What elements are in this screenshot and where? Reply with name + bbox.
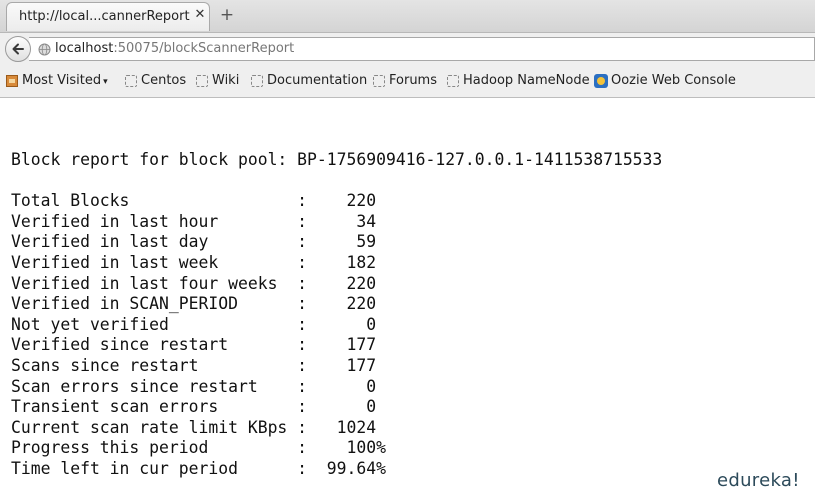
bookmark-documentation[interactable]: Documentation — [251, 73, 367, 91]
report-row-separator: : — [297, 294, 308, 314]
url-path: :50075/blockScannerReport — [113, 41, 295, 56]
report-row-label: Verified in last hour — [11, 211, 298, 231]
report-row-separator: : — [297, 252, 308, 272]
report-row-value: 34 — [307, 211, 377, 231]
report-row-separator: : — [297, 376, 308, 396]
report-row-value: 220 — [307, 294, 377, 314]
report-row-value: 0 — [307, 397, 377, 417]
back-button[interactable] — [5, 36, 31, 62]
report-row: Current scan rate limit KBps : 1024 — [11, 418, 662, 439]
report-row-label: Transient scan errors — [11, 397, 298, 417]
report-row-label: Current scan rate limit KBps — [11, 417, 298, 437]
navigation-bar: localhost:50075/blockScannerReport — [0, 33, 815, 65]
report-row: Verified since restart : 177 — [11, 335, 662, 356]
report-row-separator: : — [297, 355, 308, 375]
report-row-label: Verified in SCAN_PERIOD — [11, 294, 298, 314]
bookmark-centos[interactable]: Centos — [125, 73, 187, 91]
globe-icon — [38, 43, 51, 56]
bookmark-label: Centos — [141, 73, 187, 88]
bookmark-wiki[interactable]: Wiki — [196, 73, 240, 91]
bookmark-label: Hadoop NameNode — [463, 73, 590, 88]
report-row: Time left in cur period : 99.64% — [11, 459, 662, 480]
new-tab-icon[interactable]: + — [219, 7, 235, 24]
most-visited-icon — [6, 75, 18, 87]
report-row-separator: : — [297, 417, 308, 437]
report-row-value: 1024 — [307, 417, 377, 437]
report-row-value: 99.64% — [307, 458, 386, 478]
bookmark-most-visited[interactable]: Most Visited ▾ — [6, 73, 114, 91]
report-row-separator: : — [297, 191, 308, 211]
tab-bar: http://local...cannerReport ✕ + — [0, 0, 815, 33]
report-row: Not yet verified : 0 — [11, 315, 662, 336]
report-row: Scans since restart : 177 — [11, 356, 662, 377]
report-row-label: Total Blocks — [11, 191, 298, 211]
browser-tab[interactable]: http://local...cannerReport ✕ — [6, 2, 210, 31]
oozie-icon — [594, 74, 608, 88]
report-row: Scan errors since restart : 0 — [11, 377, 662, 398]
tab-title: http://local...cannerReport — [19, 9, 190, 24]
report-row: Verified in last four weeks : 220 — [11, 274, 662, 295]
bookmark-icon — [196, 75, 208, 87]
report-row: Progress this period : 100% — [11, 438, 662, 459]
report-row-value: 59 — [307, 232, 377, 252]
bookmark-label: Wiki — [212, 73, 240, 88]
block-scanner-report: Block report for block pool: BP-17569094… — [11, 150, 662, 480]
url-text: localhost:50075/blockScannerReport — [55, 41, 294, 56]
report-row: Verified in SCAN_PERIOD : 220 — [11, 294, 662, 315]
bookmark-forums[interactable]: Forums — [373, 73, 437, 91]
back-arrow-icon — [12, 43, 24, 55]
report-row-value: 177 — [307, 335, 377, 355]
report-row-separator: : — [297, 314, 308, 334]
watermark: edureka! — [717, 470, 800, 491]
report-rows: Total Blocks : 220 Verified in last hour … — [11, 191, 662, 479]
bookmark-label: Forums — [389, 73, 437, 88]
report-row-separator: : — [297, 458, 308, 478]
bookmark-label: Most Visited — [22, 73, 102, 88]
report-row-label: Progress this period — [11, 438, 298, 458]
report-row-label: Not yet verified — [11, 314, 298, 334]
report-row-label: Verified in last week — [11, 252, 298, 272]
report-row-label: Verified in last four weeks — [11, 273, 298, 293]
report-row-value: 220 — [307, 273, 377, 293]
report-row-value: 220 — [307, 191, 377, 211]
bookmark-icon — [125, 75, 137, 87]
report-row-label: Verified in last day — [11, 232, 298, 252]
report-row-label: Scan errors since restart — [11, 376, 298, 396]
report-row-value: 177 — [307, 355, 377, 375]
report-row: Transient scan errors : 0 — [11, 397, 662, 418]
report-row: Verified in last day : 59 — [11, 232, 662, 253]
bookmark-hadoop-namenode[interactable]: Hadoop NameNode — [447, 73, 590, 91]
report-row-label: Verified since restart — [11, 335, 298, 355]
report-row-separator: : — [297, 211, 308, 231]
report-row-value: 182 — [307, 252, 377, 272]
report-row-separator: : — [297, 438, 308, 458]
report-row-separator: : — [297, 273, 308, 293]
report-row: Verified in last hour : 34 — [11, 212, 662, 233]
url-host: localhost — [55, 41, 114, 56]
bookmark-oozie-web-console[interactable]: Oozie Web Console — [594, 73, 736, 91]
report-row-label: Scans since restart — [11, 355, 298, 375]
url-bar[interactable]: localhost:50075/blockScannerReport — [29, 37, 815, 61]
bookmark-icon — [373, 75, 385, 87]
report-row-separator: : — [297, 335, 308, 355]
bookmark-label: Oozie Web Console — [611, 73, 736, 88]
report-row-value: 100% — [307, 438, 386, 458]
report-row-value: 0 — [307, 376, 377, 396]
bookmarks-toolbar: Most Visited ▾ Centos Wiki Documentation … — [0, 65, 815, 98]
report-row: Total Blocks : 220 — [11, 191, 662, 212]
report-row-label: Time left in cur period — [11, 458, 298, 478]
bookmark-icon — [447, 75, 459, 87]
bookmark-label: Documentation — [267, 73, 368, 88]
report-row-value: 0 — [307, 314, 377, 334]
bookmark-icon — [251, 75, 263, 87]
close-icon[interactable]: ✕ — [193, 8, 207, 22]
report-heading: Block report for block pool: BP-17569094… — [11, 150, 663, 169]
report-row-separator: : — [297, 232, 308, 252]
report-row-separator: : — [297, 397, 308, 417]
report-row: Verified in last week : 182 — [11, 253, 662, 274]
chevron-down-icon: ▾ — [103, 77, 108, 87]
